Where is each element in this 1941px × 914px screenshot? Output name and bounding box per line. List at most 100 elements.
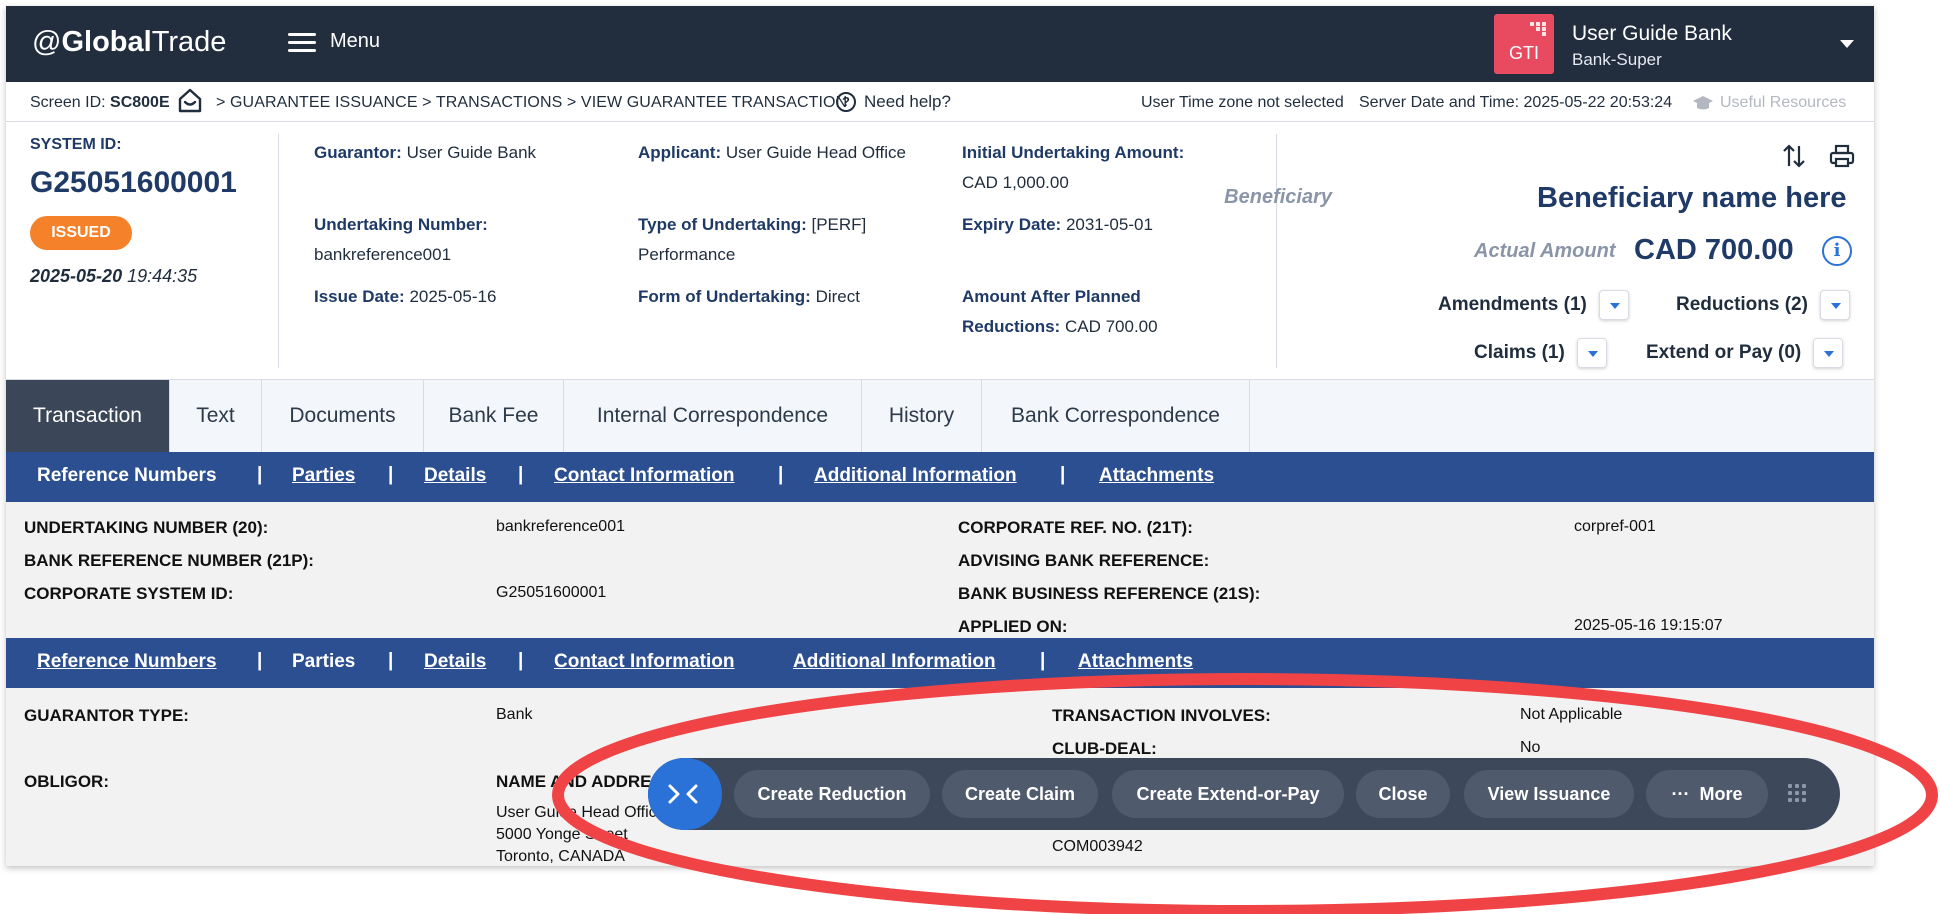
chevron-down-icon[interactable] (1576, 338, 1607, 368)
reference-numbers-panel: UNDERTAKING NUMBER (20): bankreference00… (6, 502, 1874, 644)
club-deal-label: CLUB-DEAL: (1052, 739, 1157, 758)
close-button[interactable]: Close (1356, 770, 1450, 818)
transaction-summary: SYSTEM ID: G25051600001 ISSUED 2025-05-2… (6, 122, 1874, 380)
hamburger-icon (288, 32, 316, 52)
corporate-ref-value: corpref-001 (1574, 518, 1656, 535)
chevron-down-icon[interactable] (1819, 290, 1850, 320)
section-link-additional-information[interactable]: Additional Information (793, 651, 996, 673)
status-badge: ISSUED (30, 216, 132, 250)
reductions-dropdown[interactable]: Reductions (2) (1676, 290, 1850, 320)
tab-transaction[interactable]: Transaction (6, 380, 170, 452)
ellipsis-icon: ··· (1671, 784, 1690, 804)
system-id: G25051600001 (30, 166, 237, 199)
section-link-reference-numbers[interactable]: Reference Numbers (37, 651, 217, 673)
guarantor-field: Guarantor: User Guide Bank (314, 143, 537, 162)
corporate-system-id-label: CORPORATE SYSTEM ID: (24, 584, 234, 603)
graduation-cap-icon (1693, 96, 1713, 110)
sort-icon[interactable] (1780, 142, 1808, 170)
tab-text[interactable]: Text (170, 380, 262, 452)
applied-on-value: 2025-05-16 19:15:07 (1574, 617, 1723, 634)
breadcrumb: > GUARANTEE ISSUANCE > TRANSACTIONS > VI… (216, 94, 848, 111)
undertaking-number-field: Undertaking Number: bankreference001 (314, 215, 488, 264)
applicant-field: Applicant: User Guide Head Office (638, 143, 907, 162)
home-icon[interactable] (176, 86, 204, 114)
drag-grip-icon[interactable] (1788, 784, 1808, 804)
tab-documents[interactable]: Documents (262, 380, 424, 452)
divider (278, 134, 279, 368)
section-link-reference-numbers[interactable]: Reference Numbers (37, 465, 217, 487)
status-date: 2025-05-20 19:44:35 (30, 266, 198, 286)
main-tabs: Transaction Text Documents Bank Fee Inte… (6, 380, 1874, 452)
collapse-action-bar-button[interactable] (648, 758, 722, 830)
section-link-additional-information[interactable]: Additional Information (814, 465, 1017, 487)
create-claim-button[interactable]: Create Claim (942, 770, 1098, 818)
useful-resources-link[interactable]: Useful Resources (1692, 94, 1846, 112)
tab-internal-correspondence[interactable]: Internal Correspondence (564, 380, 862, 452)
transaction-involves-label: TRANSACTION INVOLVES: (1052, 706, 1271, 725)
issue-date-field: Issue Date: 2025-05-16 (314, 287, 497, 306)
chevron-down-icon[interactable] (1598, 290, 1629, 320)
create-extend-or-pay-button[interactable]: Create Extend-or-Pay (1112, 770, 1344, 818)
info-bar: Screen ID: SC800E > GUARANTEE ISSUANCE >… (6, 82, 1874, 122)
application-window: @GlobalTrade Menu GTI User Guide Bank Ba… (6, 6, 1874, 866)
gti-logo: GTI (1494, 14, 1554, 74)
print-icon[interactable] (1828, 142, 1856, 170)
user-role: Bank-Super (1572, 50, 1662, 69)
beneficiary-name: Beneficiary name here (1537, 182, 1847, 214)
tab-bank-fee[interactable]: Bank Fee (424, 380, 564, 452)
info-icon[interactable]: i (1822, 236, 1852, 266)
bank-business-reference-label: BANK BUSINESS REFERENCE (21S): (958, 584, 1261, 603)
more-button[interactable]: ··· More (1646, 770, 1768, 818)
globaltrade-logo[interactable]: @GlobalTrade (32, 26, 226, 59)
actual-amount-label: Actual Amount (1474, 240, 1616, 262)
timezone-status: User Time zone not selected (1141, 94, 1344, 111)
system-id-label: SYSTEM ID: (30, 136, 122, 153)
divider (1276, 134, 1277, 368)
guarantor-type-value: Bank (496, 706, 533, 723)
screen-id: Screen ID: SC800E (30, 94, 170, 111)
user-menu-caret-icon[interactable] (1840, 40, 1854, 48)
section-link-contact-information[interactable]: Contact Information (554, 465, 735, 487)
user-name[interactable]: User Guide Bank (1572, 22, 1732, 46)
help-link[interactable]: ? Need help? (836, 92, 951, 112)
amount-after-reductions-field: Amount After Planned Reductions: CAD 700.… (962, 287, 1158, 336)
collapse-chevrons-icon (668, 784, 698, 804)
extend-or-pay-dropdown[interactable]: Extend or Pay (0) (1646, 338, 1844, 368)
tab-history[interactable]: History (862, 380, 982, 452)
section-nav-reference-numbers: Reference Numbers | Parties | Details | … (6, 452, 1874, 502)
section-link-attachments[interactable]: Attachments (1099, 465, 1214, 487)
expiry-date-field: Expiry Date: 2031-05-01 (962, 215, 1153, 234)
section-link-details[interactable]: Details (424, 651, 486, 673)
undertaking-number-value: bankreference001 (496, 518, 625, 535)
guarantor-type-label: GUARANTOR TYPE: (24, 706, 189, 725)
beneficiary-label: Beneficiary (1224, 186, 1332, 208)
section-link-parties[interactable]: Parties (292, 465, 355, 487)
transaction-involves-value: Not Applicable (1520, 706, 1623, 723)
amendments-dropdown[interactable]: Amendments (1) (1438, 290, 1629, 320)
undertaking-number-label: UNDERTAKING NUMBER (20): (24, 518, 269, 537)
form-of-undertaking-field: Form of Undertaking: Direct (638, 287, 860, 306)
customer-id-value: COM003942 (1052, 838, 1143, 855)
obligor-address: User Guide Head Office 5000 Yonge Street T… (496, 804, 666, 865)
help-icon: ? (836, 92, 856, 112)
obligor-label: OBLIGOR: (24, 772, 109, 791)
initial-amount-field: Initial Undertaking Amount: CAD 1,000.00 (962, 143, 1185, 192)
bank-reference-label: BANK REFERENCE NUMBER (21P): (24, 551, 314, 570)
server-time: Server Date and Time: 2025-05-22 20:53:2… (1359, 94, 1673, 111)
gti-dots-icon (1530, 22, 1546, 36)
menu-button[interactable]: Menu (288, 30, 380, 53)
applied-on-label: APPLIED ON: (958, 617, 1068, 636)
section-link-parties[interactable]: Parties (292, 651, 355, 673)
section-nav-parties: Reference Numbers | Parties | Details | … (6, 638, 1874, 688)
view-issuance-button[interactable]: View Issuance (1464, 770, 1634, 818)
create-reduction-button[interactable]: Create Reduction (734, 770, 930, 818)
chevron-down-icon[interactable] (1813, 338, 1844, 368)
section-link-attachments[interactable]: Attachments (1078, 651, 1193, 673)
claims-dropdown[interactable]: Claims (1) (1474, 338, 1607, 368)
corporate-ref-label: CORPORATE REF. NO. (21T): (958, 518, 1193, 537)
corporate-system-id-value: G25051600001 (496, 584, 607, 601)
club-deal-value: No (1520, 739, 1541, 756)
section-link-details[interactable]: Details (424, 465, 486, 487)
tab-bank-correspondence[interactable]: Bank Correspondence (982, 380, 1250, 452)
section-link-contact-information[interactable]: Contact Information (554, 651, 735, 673)
